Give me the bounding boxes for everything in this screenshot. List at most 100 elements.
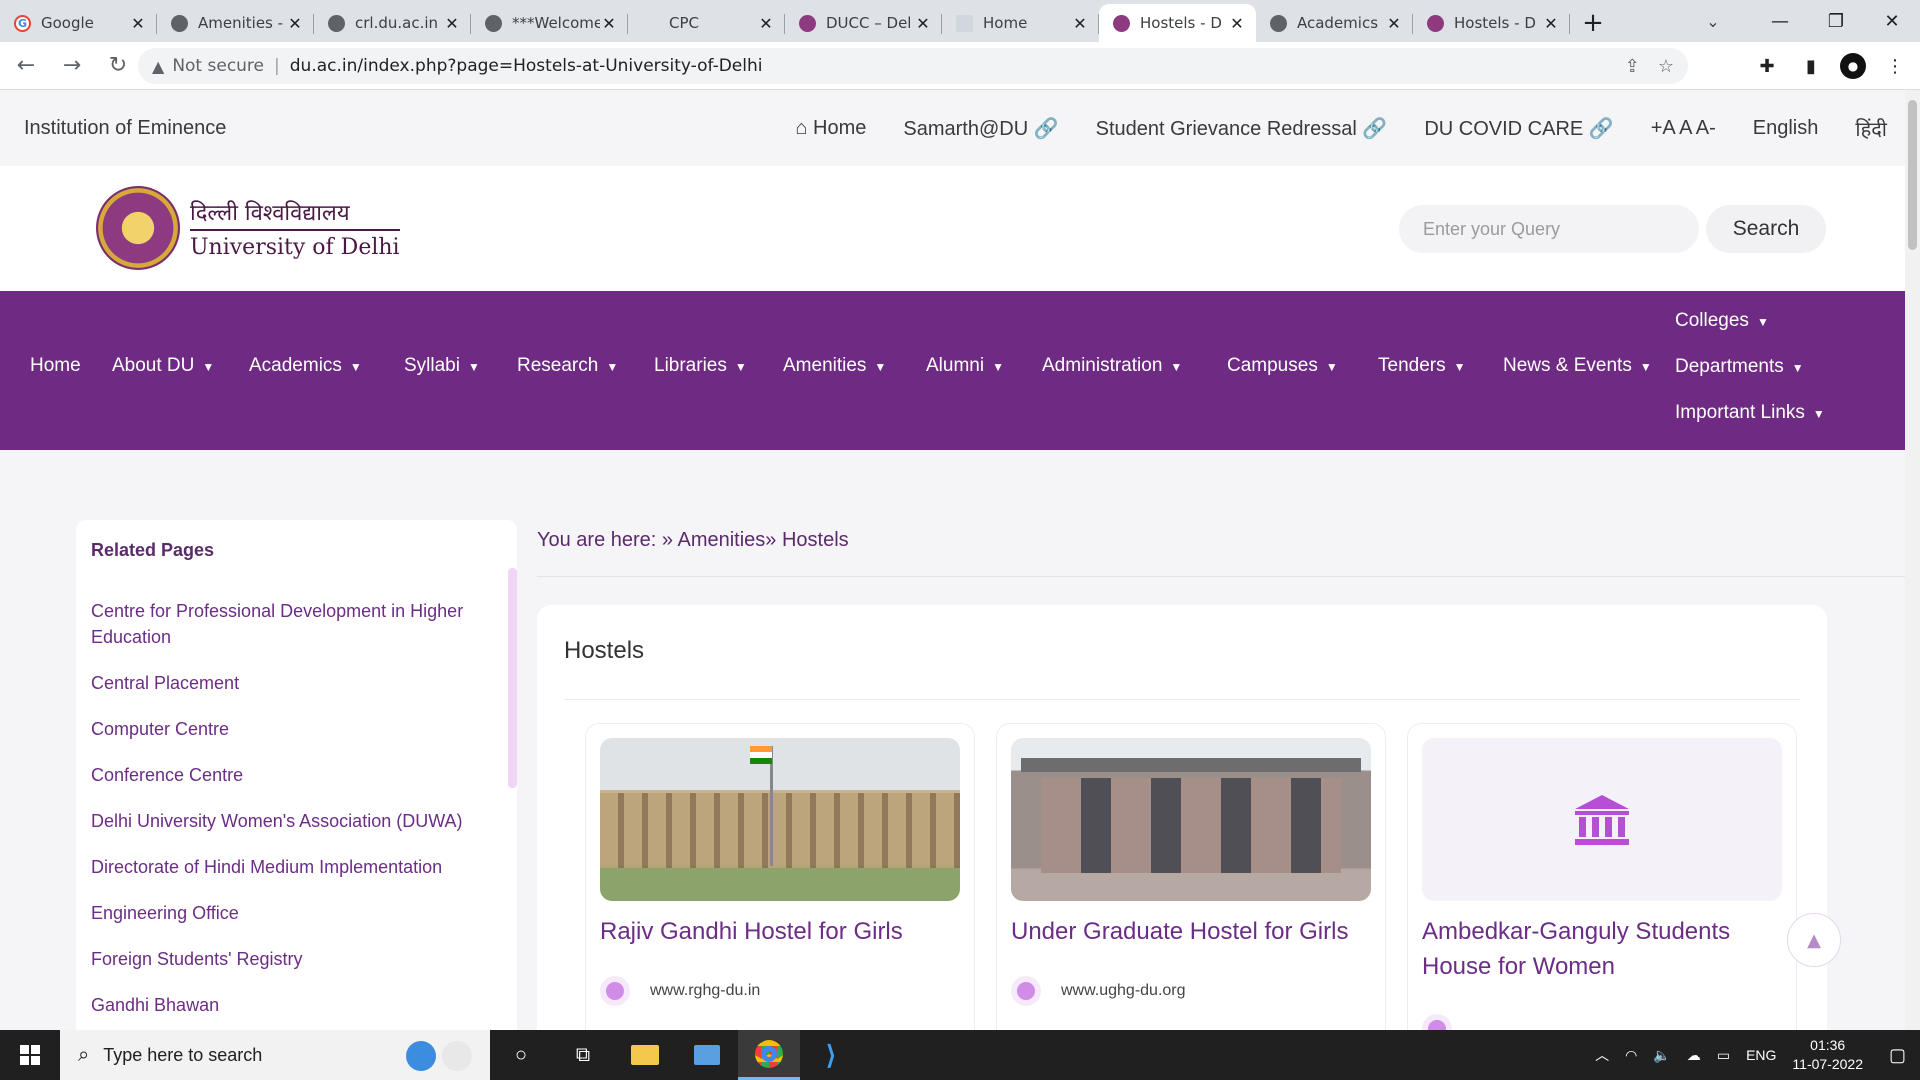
browser-tab[interactable]: DUCC – Del ✕ xyxy=(785,4,942,42)
browser-tab[interactable]: Home ✕ xyxy=(942,4,1099,42)
nav-item-academics[interactable]: Academics ▼ xyxy=(249,355,362,377)
nav-item-tenders[interactable]: Tenders ▼ xyxy=(1378,355,1466,377)
sidebar-item-computer-centre[interactable]: Computer Centre xyxy=(91,716,501,742)
share-icon[interactable]: ⇪ xyxy=(1625,56,1640,77)
close-window-icon[interactable]: ✕ xyxy=(1864,0,1920,42)
kebab-menu-icon[interactable]: ⋮ xyxy=(1880,51,1910,81)
institution-of-eminence-link[interactable]: Institution of Eminence xyxy=(24,117,226,140)
browser-tab[interactable]: Academics ✕ xyxy=(1256,4,1413,42)
hostel-card[interactable]: Ambedkar-Ganguly Students House for Wome… xyxy=(1407,723,1797,1030)
show-hidden-icons-chevron-icon[interactable]: ︿ xyxy=(1595,1045,1609,1065)
scroll-to-top-button[interactable]: ▲ xyxy=(1787,913,1841,967)
nav-item-important-links[interactable]: Important Links ▼ xyxy=(1675,402,1825,424)
browser-tab[interactable]: crl.du.ac.in ✕ xyxy=(314,4,471,42)
clock[interactable]: 01:36 11-07-2022 xyxy=(1792,1036,1863,1074)
vscode-icon[interactable]: ⟩ xyxy=(800,1030,862,1080)
back-arrow-icon[interactable]: ← xyxy=(6,46,46,86)
tab-close-icon[interactable]: ✕ xyxy=(914,14,932,33)
site-search-input[interactable] xyxy=(1399,205,1699,253)
reload-icon[interactable]: ↻ xyxy=(98,46,138,86)
nav-item-departments[interactable]: Departments ▼ xyxy=(1675,356,1804,378)
hostel-website[interactable]: www.ughg-du.org xyxy=(1011,976,1186,1006)
hostel-name[interactable]: Rajiv Gandhi Hostel for Girls xyxy=(600,914,960,949)
tab-close-icon[interactable]: ✕ xyxy=(1385,14,1403,33)
sidebar-item-central-placement[interactable]: Central Placement xyxy=(91,670,501,696)
nav-item-campuses[interactable]: Campuses ▼ xyxy=(1227,355,1338,377)
tab-close-icon[interactable]: ✕ xyxy=(600,14,618,33)
nav-item-syllabi[interactable]: Syllabi ▼ xyxy=(404,355,480,377)
tab-close-icon[interactable]: ✕ xyxy=(1228,14,1246,33)
new-tab-button[interactable]: + xyxy=(1570,4,1616,42)
extensions-puzzle-icon[interactable]: ✚ xyxy=(1752,51,1782,81)
language-hindi[interactable]: हिंदी xyxy=(1855,115,1887,142)
nav-item-news-events[interactable]: News & Events ▼ xyxy=(1503,355,1652,377)
hostel-card[interactable]: Under Graduate Hostel for Girls www.ughg… xyxy=(996,723,1386,1030)
bookmark-star-icon[interactable]: ☆ xyxy=(1658,56,1674,77)
nav-item-home[interactable]: Home xyxy=(30,355,81,377)
tab-close-icon[interactable]: ✕ xyxy=(1071,14,1089,33)
hostel-name[interactable]: Ambedkar-Ganguly Students House for Wome… xyxy=(1422,914,1782,984)
taskbar-search[interactable]: ⌕ Type here to search xyxy=(60,1030,490,1080)
sidebar-scrollbar[interactable] xyxy=(508,568,517,788)
minimize-icon[interactable]: — xyxy=(1752,0,1808,42)
chrome-icon[interactable] xyxy=(738,1030,800,1080)
address-bar[interactable]: ▲ Not secure | du.ac.in/index.php?page=H… xyxy=(138,48,1688,84)
nav-item-libraries[interactable]: Libraries ▼ xyxy=(654,355,747,377)
site-search-button[interactable]: Search xyxy=(1706,205,1826,253)
browser-tab[interactable]: ***Welcome ✕ xyxy=(471,4,628,42)
font-size-controls[interactable]: +A A A- xyxy=(1651,117,1716,140)
cortana-icon[interactable]: ○ xyxy=(490,1030,552,1080)
browser-tab[interactable]: G Google ✕ xyxy=(0,4,157,42)
du-logo[interactable]: दिल्ली विश्वविद्यालय University of Delhi xyxy=(96,186,400,270)
tab-close-icon[interactable]: ✕ xyxy=(443,14,461,33)
page-scrollbar[interactable] xyxy=(1905,90,1920,1030)
sidebar-item-duwa[interactable]: Delhi University Women's Association (DU… xyxy=(91,808,501,834)
profile-avatar[interactable]: ● xyxy=(1840,53,1866,79)
nav-item-research[interactable]: Research ▼ xyxy=(517,355,618,377)
tab-search-chevron-icon[interactable]: ⌄ xyxy=(1690,0,1736,42)
sidebar-item-engineering-office[interactable]: Engineering Office xyxy=(91,900,501,926)
nav-item-administration[interactable]: Administration ▼ xyxy=(1042,355,1182,377)
hostel-website[interactable] xyxy=(1422,1014,1472,1030)
restore-icon[interactable]: ❐ xyxy=(1808,0,1864,42)
tab-close-icon[interactable]: ✕ xyxy=(286,14,304,33)
browser-tab[interactable]: CPC ✕ xyxy=(628,4,785,42)
scrollbar-thumb[interactable] xyxy=(1908,100,1917,250)
sidebar-item-conference-centre[interactable]: Conference Centre xyxy=(91,762,501,788)
language-english[interactable]: English xyxy=(1753,117,1819,140)
hostel-website[interactable]: www.rghg-du.in xyxy=(600,976,760,1006)
wifi-icon[interactable]: ◠ xyxy=(1625,1047,1637,1064)
nav-item-about-du[interactable]: About DU ▼ xyxy=(112,355,214,377)
sidebar-item-hindi-medium[interactable]: Directorate of Hindi Medium Implementati… xyxy=(91,854,501,880)
computer-app-icon[interactable] xyxy=(676,1030,738,1080)
url-text[interactable]: du.ac.in/index.php?page=Hostels-at-Unive… xyxy=(290,56,1607,76)
utility-link-samarth[interactable]: Samarth@DU 🔗 xyxy=(903,116,1058,141)
tab-close-icon[interactable]: ✕ xyxy=(1542,14,1560,33)
tab-close-icon[interactable]: ✕ xyxy=(129,14,147,33)
sidebar-item-cpdhe[interactable]: Centre for Professional Development in H… xyxy=(91,598,501,650)
utility-link-home[interactable]: ⌂ Home xyxy=(795,117,866,140)
volume-icon[interactable]: 🔈 xyxy=(1653,1047,1670,1064)
browser-tab-active[interactable]: Hostels - D ✕ xyxy=(1099,4,1256,42)
browser-tab[interactable]: Hostels - D ✕ xyxy=(1413,4,1570,42)
task-view-icon[interactable]: ⧉ xyxy=(552,1030,614,1080)
utility-link-grievance[interactable]: Student Grievance Redressal 🔗 xyxy=(1096,116,1388,141)
hostel-name[interactable]: Under Graduate Hostel for Girls xyxy=(1011,914,1371,949)
file-explorer-icon[interactable] xyxy=(614,1030,676,1080)
tab-close-icon[interactable]: ✕ xyxy=(757,14,775,33)
start-button[interactable] xyxy=(0,1030,60,1080)
side-panel-icon[interactable]: ▮ xyxy=(1796,51,1826,81)
nav-item-amenities[interactable]: Amenities ▼ xyxy=(783,355,886,377)
onedrive-cloud-icon[interactable]: ☁ xyxy=(1687,1047,1701,1064)
battery-icon[interactable]: ▭ xyxy=(1717,1047,1730,1064)
forward-arrow-icon[interactable]: → xyxy=(52,46,92,86)
utility-link-covid-care[interactable]: DU COVID CARE 🔗 xyxy=(1424,116,1613,141)
hostel-card[interactable]: Rajiv Gandhi Hostel for Girls www.rghg-d… xyxy=(585,723,975,1030)
sidebar-item-gandhi-bhawan[interactable]: Gandhi Bhawan xyxy=(91,992,501,1018)
language-indicator[interactable]: ENG xyxy=(1746,1047,1776,1063)
notifications-icon[interactable]: ▢ xyxy=(1889,1045,1906,1066)
nav-item-alumni[interactable]: Alumni ▼ xyxy=(926,355,1004,377)
nav-item-colleges[interactable]: Colleges ▼ xyxy=(1675,310,1769,332)
browser-tab[interactable]: Amenities - ✕ xyxy=(157,4,314,42)
sidebar-item-foreign-students[interactable]: Foreign Students' Registry xyxy=(91,946,501,972)
